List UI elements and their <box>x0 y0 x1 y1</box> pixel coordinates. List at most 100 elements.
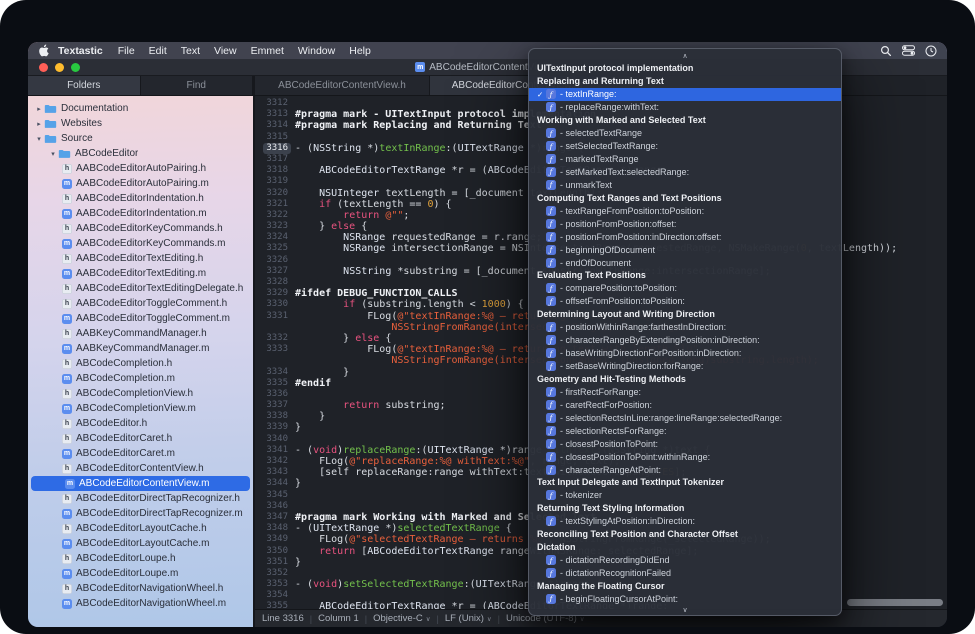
tree-file-row[interactable]: h AABCodeEditorIndentation.h <box>28 191 253 206</box>
tree-folder-row[interactable]: ▸ Websites <box>28 116 253 131</box>
symbol-item[interactable]: ƒ - unmarkText <box>529 178 841 191</box>
tree-file-row[interactable]: m ABCodeEditorContentView.m <box>31 476 250 491</box>
symbol-item[interactable]: ƒ - closestPositionToPoint:withinRange: <box>529 450 841 463</box>
status-dropdown[interactable]: Objective-C ∨ <box>373 613 430 624</box>
symbol-item[interactable]: ƒ - comparePosition:toPosition: <box>529 282 841 295</box>
menu-item-view[interactable]: View <box>207 45 244 57</box>
tree-file-row[interactable]: h ABCodeCompletion.h <box>28 356 253 371</box>
tree-file-row[interactable]: h AABCodeEditorTextEditing.h <box>28 251 253 266</box>
menu-item-help[interactable]: Help <box>342 45 378 57</box>
search-icon[interactable] <box>880 45 892 57</box>
menu-item-file[interactable]: File <box>111 45 142 57</box>
tree-file-row[interactable]: h AABCodeEditorTextEditingDelegate.h <box>28 281 253 296</box>
horizontal-scrollbar[interactable] <box>847 599 943 606</box>
tree-file-row[interactable]: h ABCodeEditorNavigationWheel.h <box>28 581 253 596</box>
chevron-right-icon[interactable]: ▸ <box>34 120 44 128</box>
symbol-item[interactable]: ƒ - selectionRectsInLine:range:lineRange:… <box>529 411 841 424</box>
code-text: } <box>295 556 302 568</box>
tree-file-row[interactable]: h ABCodeEditorContentView.h <box>28 461 253 476</box>
symbol-item[interactable]: ƒ - characterRangeAtPoint: <box>529 463 841 476</box>
tree-file-row[interactable]: m ABCodeCompletion.m <box>28 371 253 386</box>
symbol-item[interactable]: ƒ - dictationRecordingDidEnd <box>529 554 841 567</box>
tree-file-row[interactable]: m AABKeyCommandManager.m <box>28 341 253 356</box>
symbol-item[interactable]: ƒ - offsetFromPosition:toPosition: <box>529 295 841 308</box>
symbol-item[interactable]: ƒ - setMarkedText:selectedRange: <box>529 166 841 179</box>
tree-file-row[interactable]: h ABCodeEditorLoupe.h <box>28 551 253 566</box>
tree-file-row[interactable]: m ABCodeEditorLayoutCache.m <box>28 536 253 551</box>
symbol-item[interactable]: ƒ - dictationRecognitionFailed <box>529 567 841 580</box>
symbol-item[interactable]: ƒ - selectedTextRange <box>529 127 841 140</box>
tree-file-row[interactable]: m ABCodeEditorDirectTapRecognizer.m <box>28 506 253 521</box>
chevron-right-icon[interactable]: ▸ <box>34 105 44 113</box>
control-center-icon[interactable] <box>902 45 915 56</box>
chevron-down-icon: ∨ <box>425 614 431 623</box>
symbol-item[interactable]: ƒ - baseWritingDirectionForPosition:inDir… <box>529 347 841 360</box>
symbol-item[interactable]: ƒ - positionWithinRange:farthestInDirecti… <box>529 321 841 334</box>
symbol-item[interactable]: ƒ - setBaseWritingDirection:forRange: <box>529 360 841 373</box>
symbol-item[interactable]: ✓ ƒ - textInRange: <box>529 87 841 101</box>
tree-file-row[interactable]: m AABCodeEditorAutoPairing.m <box>28 176 253 191</box>
line-number: 3348 <box>266 523 288 534</box>
tree-file-row[interactable]: h AABCodeEditorKeyCommands.h <box>28 221 253 236</box>
file-name: ABCodeEditorDirectTapRecognizer.h <box>76 493 240 504</box>
apple-menu[interactable] <box>38 44 49 57</box>
tree-file-row[interactable]: h ABCodeEditorLayoutCache.h <box>28 521 253 536</box>
symbol-section-header: Determining Layout and Writing Direction <box>537 309 715 320</box>
tree-file-row[interactable]: m AABCodeEditorToggleComment.m <box>28 311 253 326</box>
symbol-item[interactable]: ƒ - beginningOfDocument <box>529 243 841 256</box>
tree-file-row[interactable]: h ABCodeEditor.h <box>28 416 253 431</box>
tree-file-row[interactable]: h AABKeyCommandManager.h <box>28 326 253 341</box>
tree-file-row[interactable]: m ABCodeEditorCaret.m <box>28 446 253 461</box>
tree-folder-row[interactable]: ▸ Documentation <box>28 101 253 116</box>
tree-file-row[interactable]: m ABCodeEditorNavigationWheel.m <box>28 596 253 611</box>
code-text: } <box>295 366 350 378</box>
tree-file-row[interactable]: m AABCodeEditorIndentation.m <box>28 206 253 221</box>
active-app-name[interactable]: Textastic <box>58 45 103 57</box>
clock-icon[interactable] <box>925 45 937 57</box>
tree-file-row[interactable]: m ABCodeCompletionView.m <box>28 401 253 416</box>
tree-file-row[interactable]: h ABCodeEditorCaret.h <box>28 431 253 446</box>
sidebar-tab-find[interactable]: Find <box>140 76 253 95</box>
sidebar-tab-folders[interactable]: Folders <box>28 76 141 95</box>
menu-item-edit[interactable]: Edit <box>142 45 174 57</box>
symbol-item[interactable]: ƒ - textRangeFromPosition:toPosition: <box>529 204 841 217</box>
tree-file-row[interactable]: h ABCodeCompletionView.h <box>28 386 253 401</box>
scroll-down-button[interactable]: ∨ <box>529 604 841 615</box>
sidebar-tabs: Folders Find <box>28 76 255 95</box>
symbol-item[interactable]: ƒ - selectionRectsForRange: <box>529 424 841 437</box>
tree-file-row[interactable]: h AABCodeEditorToggleComment.h <box>28 296 253 311</box>
chevron-down-icon[interactable]: ▾ <box>48 150 58 158</box>
symbol-item[interactable]: ƒ - positionFromPosition:inDirection:offs… <box>529 230 841 243</box>
symbol-item[interactable]: ƒ - textStylingAtPosition:inDirection: <box>529 515 841 528</box>
menu-item-window[interactable]: Window <box>291 45 342 57</box>
symbol-item[interactable]: ƒ - characterRangeByExtendingPosition:inD… <box>529 334 841 347</box>
chevron-down-icon[interactable]: ▾ <box>34 135 44 143</box>
symbol-item[interactable]: ƒ - markedTextRange <box>529 153 841 166</box>
symbol-item[interactable]: ƒ - endOfDocument <box>529 256 841 269</box>
symbol-label: - tokenizer <box>560 490 603 501</box>
editor-tab[interactable]: ABCodeEditorContentView.h <box>255 76 430 95</box>
symbol-item[interactable]: ƒ - setSelectedTextRange: <box>529 140 841 153</box>
tree-file-row[interactable]: m AABCodeEditorTextEditing.m <box>28 266 253 281</box>
tree-folder-row[interactable]: ▾ Source <box>28 131 253 146</box>
function-icon: ƒ <box>546 89 556 100</box>
symbol-item[interactable]: ƒ - tokenizer <box>529 489 841 502</box>
symbol-label: - dictationRecordingDidEnd <box>560 555 670 566</box>
tree-file-row[interactable]: h AABCodeEditorAutoPairing.h <box>28 161 253 176</box>
status-dropdown[interactable]: LF (Unix) ∨ <box>445 613 492 624</box>
symbol-item[interactable]: ƒ - beginFloatingCursorAtPoint: <box>529 592 841 604</box>
menu-item-emmet[interactable]: Emmet <box>244 45 291 57</box>
scroll-up-button[interactable]: ∧ <box>529 49 841 62</box>
symbol-item[interactable]: ƒ - positionFromPosition:offset: <box>529 217 841 230</box>
tree-file-row[interactable]: m AABCodeEditorKeyCommands.m <box>28 236 253 251</box>
tree-file-row[interactable]: m ABCodeEditorLoupe.m <box>28 566 253 581</box>
symbol-item[interactable]: ƒ - closestPositionToPoint: <box>529 437 841 450</box>
file-name: ABCodeEditor.h <box>76 418 148 429</box>
file-name: ABCodeEditorLayoutCache.m <box>76 538 210 549</box>
tree-folder-row[interactable]: ▾ ABCodeEditor <box>28 146 253 161</box>
symbol-item[interactable]: ƒ - caretRectForPosition: <box>529 398 841 411</box>
tree-file-row[interactable]: h ABCodeEditorDirectTapRecognizer.h <box>28 491 253 506</box>
symbol-item[interactable]: ƒ - firstRectForRange: <box>529 385 841 398</box>
menu-item-text[interactable]: Text <box>174 45 207 57</box>
symbol-item[interactable]: ƒ - replaceRange:withText: <box>529 101 841 114</box>
